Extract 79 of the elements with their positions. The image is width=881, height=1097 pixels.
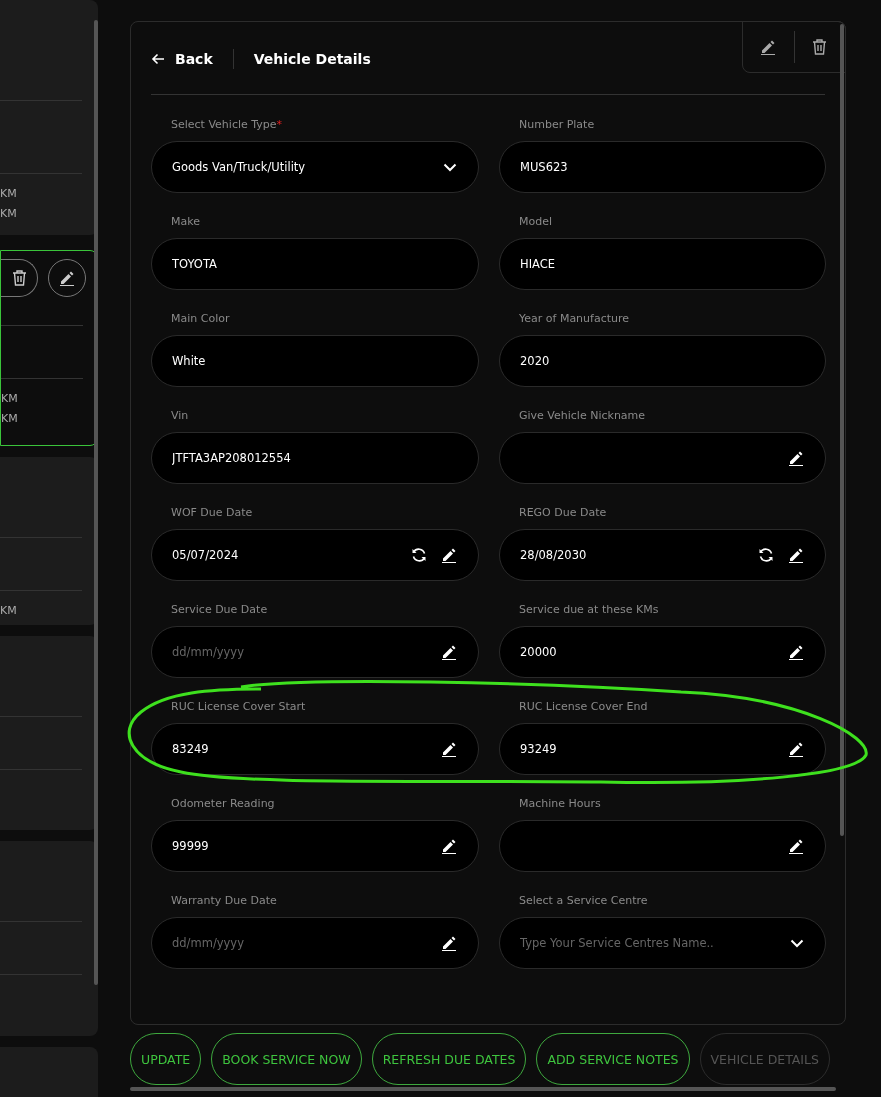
refresh-button[interactable] (411, 547, 427, 563)
input-field[interactable]: JTFTA3AP208012554 (151, 432, 479, 484)
dropdown-field[interactable]: Type Your Service Centres Name.. (499, 917, 826, 969)
pencil-icon (788, 644, 804, 660)
field-label: Odometer Reading (171, 796, 275, 812)
trash-icon (11, 270, 27, 286)
input-field[interactable]: dd/mm/yyyy (151, 917, 479, 969)
pencil-icon (760, 39, 777, 55)
pencil-icon (59, 270, 75, 286)
edit-button[interactable] (788, 547, 804, 563)
input-field[interactable]: 93249 (499, 723, 826, 775)
edit-button[interactable] (788, 644, 804, 660)
refresh-icon (758, 547, 774, 563)
field-label: Year of Manufacture (519, 311, 630, 327)
pencil-icon (788, 450, 804, 466)
input-field[interactable] (499, 432, 826, 484)
required-mark: * (276, 117, 283, 133)
km-text: KM (0, 206, 18, 222)
trash-icon (812, 39, 828, 55)
edit-button[interactable] (441, 935, 457, 951)
edit-button[interactable] (788, 838, 804, 854)
field-label: Vin (171, 408, 189, 424)
field-label: Select Vehicle Type (171, 117, 277, 133)
pencil-icon (441, 547, 457, 563)
km-text: KM (0, 186, 18, 202)
input-field[interactable]: TOYOTA (151, 238, 479, 290)
pencil-icon (441, 644, 457, 660)
field-label: Service due at these KMs (519, 602, 659, 618)
pencil-icon (441, 741, 457, 757)
input-field[interactable]: 2020 (499, 335, 826, 387)
input-field[interactable]: MUS623 (499, 141, 826, 193)
input-field[interactable]: 20000 (499, 626, 826, 678)
field-label: WOF Due Date (171, 505, 253, 521)
input-field[interactable]: HIACE (499, 238, 826, 290)
scrollbar[interactable] (130, 1087, 836, 1091)
back-button[interactable]: Back (151, 48, 234, 69)
chevron-down-icon (443, 162, 457, 172)
chevron-down-icon (790, 938, 804, 948)
pencil-icon (788, 838, 804, 854)
field-label: Model (519, 214, 553, 230)
input-field[interactable]: 83249 (151, 723, 479, 775)
field-label: Service Due Date (171, 602, 268, 618)
edit-button[interactable] (788, 450, 804, 466)
field-label: RUC License Cover Start (171, 699, 306, 715)
field-label: REGO Due Date (519, 505, 607, 521)
field-label: Number Plate (519, 117, 595, 133)
field-label: Warranty Due Date (171, 893, 277, 909)
km-text: KM (1, 391, 19, 407)
edit-button[interactable] (441, 838, 457, 854)
input-field[interactable]: 05/07/2024 (151, 529, 479, 581)
input-field[interactable] (499, 820, 826, 872)
km-text: KM (1, 411, 19, 427)
km-text: KM (0, 603, 18, 619)
pencil-icon (788, 547, 804, 563)
refresh-button[interactable] (758, 547, 774, 563)
input-field[interactable]: White (151, 335, 479, 387)
pencil-icon (788, 741, 804, 757)
field-label: Select a Service Centre (519, 893, 648, 909)
input-field[interactable]: 28/08/2030 (499, 529, 826, 581)
edit-button[interactable] (441, 741, 457, 757)
page-title: Vehicle Details (253, 50, 371, 67)
scrollbar[interactable] (840, 24, 844, 836)
scrollbar[interactable] (94, 20, 98, 985)
input-field[interactable]: dd/mm/yyyy (151, 626, 479, 678)
field-label: Give Vehicle Nickname (519, 408, 646, 424)
field-label: Make (171, 214, 200, 230)
pencil-icon (441, 935, 457, 951)
back-arrow-icon (151, 52, 165, 65)
field-label: RUC License Cover End (519, 699, 648, 715)
input-field[interactable]: 99999 (151, 820, 479, 872)
field-label: Machine Hours (519, 796, 601, 812)
dropdown-field[interactable]: Goods Van/Truck/Utility (151, 141, 479, 193)
refresh-icon (411, 547, 427, 563)
edit-button[interactable] (441, 644, 457, 660)
pencil-icon (441, 838, 457, 854)
field-label: Main Color (171, 311, 230, 327)
edit-button[interactable] (441, 547, 457, 563)
vehicle-card[interactable]: KM KM (0, 0, 98, 235)
edit-button[interactable] (788, 741, 804, 757)
